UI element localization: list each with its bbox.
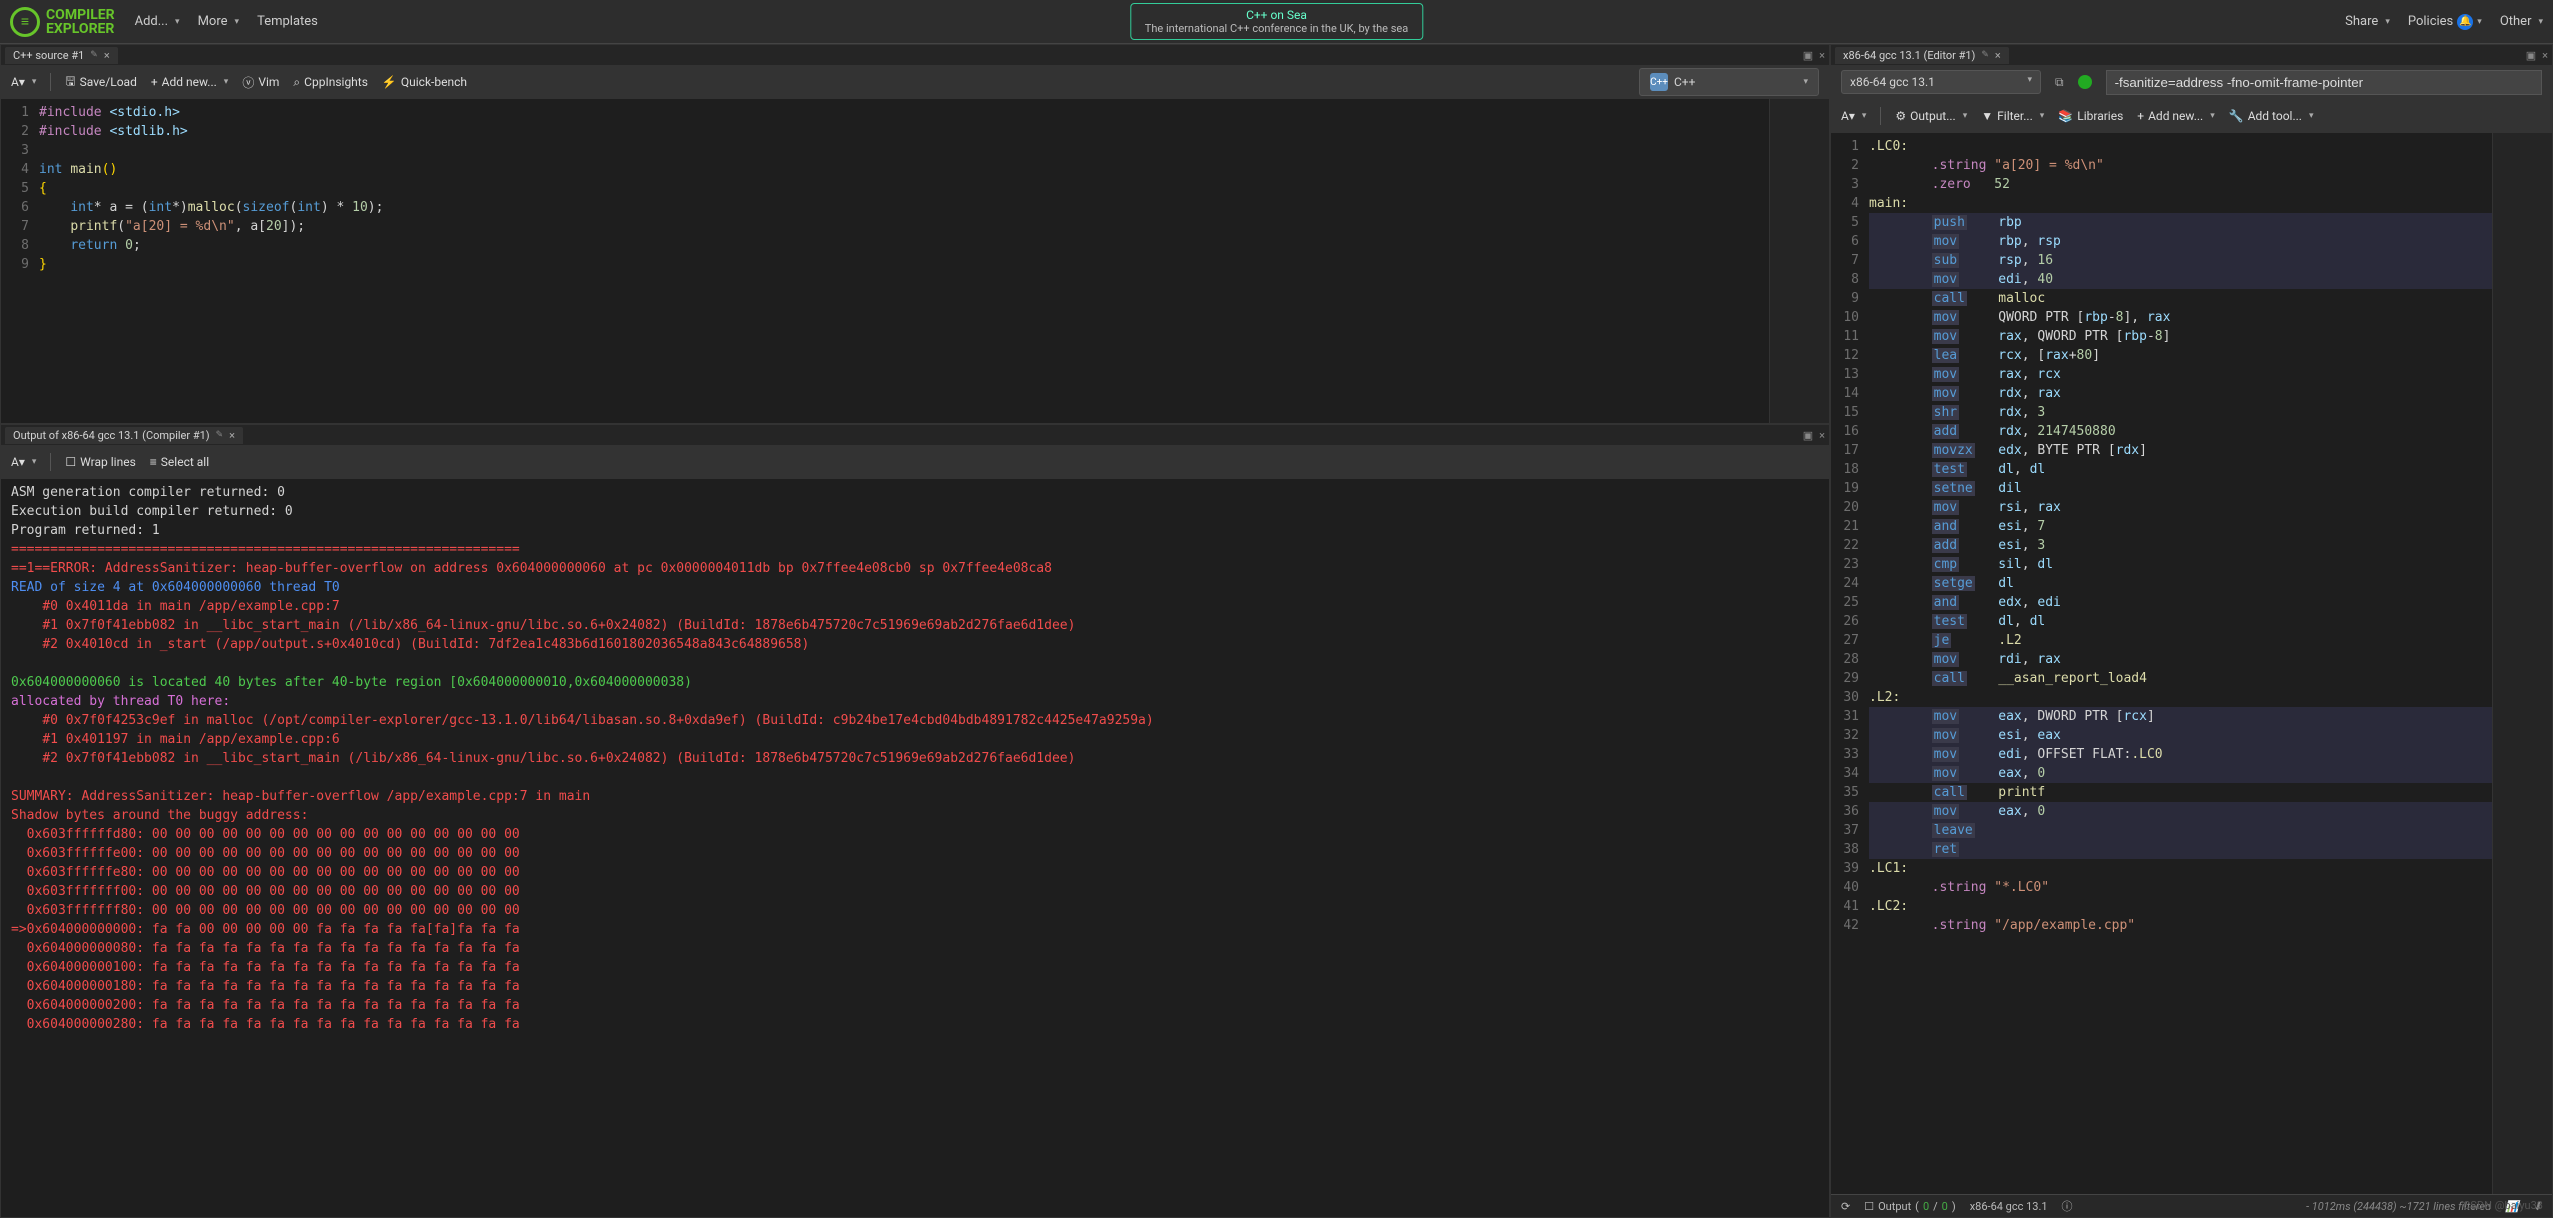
nav-items: Add... More Templates — [135, 14, 318, 29]
vim-button[interactable]: ⓥ Vim — [242, 74, 279, 91]
logo-text-2: EXPLORER — [46, 22, 115, 36]
close-pane-icon[interactable]: × — [2542, 49, 2548, 62]
quickbench-button[interactable]: ⚡ Quick-bench — [382, 75, 467, 89]
status-ok-icon — [2078, 75, 2092, 89]
info-icon[interactable]: ⓘ — [2062, 1198, 2073, 1214]
logo[interactable]: ≡ COMPILER EXPLORER — [10, 7, 115, 37]
add-tool-dropdown[interactable]: 🔧 Add tool... — [2229, 109, 2314, 123]
reload-icon[interactable]: ⟳ — [1841, 1200, 1850, 1213]
nav-more[interactable]: More — [198, 14, 239, 29]
asm-compiler-bar: x86-64 gcc 13.1 ▾ ⧉ — [1831, 65, 2552, 99]
asm-code[interactable]: .LC0: .string "a[20] = %d\n" .zero 52mai… — [1869, 133, 2492, 1194]
output-text: ASM generation compiler returned: 0Execu… — [1, 479, 1829, 1217]
asm-gutter: 1234567891011121314151617181920212223242… — [1831, 133, 1869, 1194]
minimap[interactable] — [1769, 99, 1829, 423]
popout-icon[interactable]: ⧉ — [2055, 75, 2064, 90]
libraries-button[interactable]: 📚 Libraries — [2058, 109, 2123, 123]
logo-text-1: COMPILER — [46, 8, 115, 22]
bell-icon: 🔔 — [2457, 14, 2473, 30]
source-tab-label: C++ source #1 — [13, 49, 84, 62]
cpp-icon: C++ — [1650, 73, 1668, 91]
banner-title: C++ on Sea — [1145, 8, 1408, 22]
nav-policies-label: Policies — [2408, 14, 2453, 29]
source-gutter: 123456789 — [1, 99, 39, 423]
output-pane: Output of x86-64 gcc 13.1 (Compiler #1) … — [0, 424, 1830, 1218]
logo-icon: ≡ — [10, 7, 40, 37]
save-load-button[interactable]: 🖫 Save/Load — [65, 72, 136, 93]
add-new-dropdown[interactable]: + Add new... — [151, 75, 228, 89]
source-pane: C++ source #1 ✎ × ▣ × A▾ 🖫 Save/Load + A… — [0, 44, 1830, 424]
minimap[interactable] — [2492, 133, 2552, 1194]
nav-policies[interactable]: Policies 🔔 ▾ — [2408, 14, 2482, 30]
sponsor-banner[interactable]: C++ on Sea The international C++ confere… — [1130, 3, 1423, 40]
output-tabbar: Output of x86-64 gcc 13.1 (Compiler #1) … — [1, 425, 1829, 445]
language-select[interactable]: C++ C++ ▾ — [1639, 68, 1819, 96]
source-toolbar: A▾ 🖫 Save/Load + Add new... ⓥ Vim ⌕ CppI… — [1, 65, 1829, 99]
close-pane-icon[interactable]: × — [1819, 49, 1825, 62]
banner-sub: The international C++ conference in the … — [1145, 22, 1408, 35]
maximize-icon[interactable]: ▣ — [1803, 49, 1813, 62]
watermark: CSDN @baiyu33 — [2463, 1199, 2543, 1212]
source-tab[interactable]: C++ source #1 ✎ × — [5, 47, 118, 64]
output-toolbar: A▾ ☐ Wrap lines ≡ Select all — [1, 445, 1829, 479]
asm-tab[interactable]: x86-64 gcc 13.1 (Editor #1) ✎ × — [1835, 47, 2009, 64]
edit-icon[interactable]: ✎ — [1981, 50, 1989, 60]
edit-icon[interactable]: ✎ — [216, 430, 224, 440]
nav-other[interactable]: Other — [2500, 14, 2543, 29]
source-tabbar: C++ source #1 ✎ × ▣ × — [1, 45, 1829, 65]
add-new-dropdown[interactable]: + Add new... — [2137, 109, 2214, 123]
right-nav: Share Policies 🔔 ▾ Other — [2345, 14, 2543, 30]
edit-icon[interactable]: ✎ — [90, 50, 98, 60]
output-tab[interactable]: Output of x86-64 gcc 13.1 (Compiler #1) … — [5, 427, 243, 444]
source-editor[interactable]: 123456789 #include <stdio.h>#include <st… — [1, 99, 1829, 423]
asm-pane: x86-64 gcc 13.1 (Editor #1) ✎ × ▣ × x86-… — [1830, 44, 2553, 1218]
status-compiler: x86-64 gcc 13.1 — [1970, 1200, 2048, 1213]
output-tab-label: Output of x86-64 gcc 13.1 (Compiler #1) — [13, 429, 210, 442]
source-code[interactable]: #include <stdio.h>#include <stdlib.h> in… — [39, 99, 1769, 423]
nav-add[interactable]: Add... — [135, 14, 180, 29]
font-dropdown[interactable]: A▾ — [1841, 109, 1866, 123]
filter-dropdown[interactable]: ▼ Filter... — [1981, 109, 2044, 123]
maximize-icon[interactable]: ▣ — [2526, 49, 2536, 62]
asm-tabbar: x86-64 gcc 13.1 (Editor #1) ✎ × ▣ × — [1831, 45, 2552, 65]
language-label: C++ — [1674, 75, 1695, 89]
output-editor[interactable]: ASM generation compiler returned: 0Execu… — [1, 479, 1829, 1217]
status-output[interactable]: ☐ Output (0/0) — [1864, 1200, 1955, 1213]
asm-tab-label: x86-64 gcc 13.1 (Editor #1) — [1843, 49, 1975, 62]
close-pane-icon[interactable]: × — [1819, 429, 1825, 442]
asm-statusbar: ⟳ ☐ Output (0/0) x86-64 gcc 13.1 ⓘ - 101… — [1831, 1194, 2552, 1217]
close-icon[interactable]: × — [1995, 49, 2001, 62]
close-icon[interactable]: × — [229, 429, 235, 442]
close-icon[interactable]: × — [104, 49, 110, 62]
nav-templates[interactable]: Templates — [257, 14, 318, 29]
output-dropdown[interactable]: ⚙ Output... — [1895, 109, 1967, 123]
font-dropdown[interactable]: A▾ — [11, 75, 36, 89]
nav-share[interactable]: Share — [2345, 14, 2390, 29]
select-all-button[interactable]: ≡ Select all — [150, 455, 209, 469]
maximize-icon[interactable]: ▣ — [1803, 429, 1813, 442]
asm-editor[interactable]: 1234567891011121314151617181920212223242… — [1831, 133, 2552, 1194]
wrap-lines-toggle[interactable]: ☐ Wrap lines — [65, 455, 135, 469]
font-dropdown[interactable]: A▾ — [11, 455, 36, 469]
compiler-select[interactable]: x86-64 gcc 13.1 ▾ — [1841, 70, 2041, 94]
topbar: ≡ COMPILER EXPLORER Add... More Template… — [0, 0, 2553, 44]
compiler-options-input[interactable] — [2106, 70, 2542, 95]
asm-toolbar: A▾ ⚙ Output... ▼ Filter... 📚 Libraries +… — [1831, 99, 2552, 133]
cppinsights-button[interactable]: ⌕ CppInsights — [293, 75, 368, 90]
